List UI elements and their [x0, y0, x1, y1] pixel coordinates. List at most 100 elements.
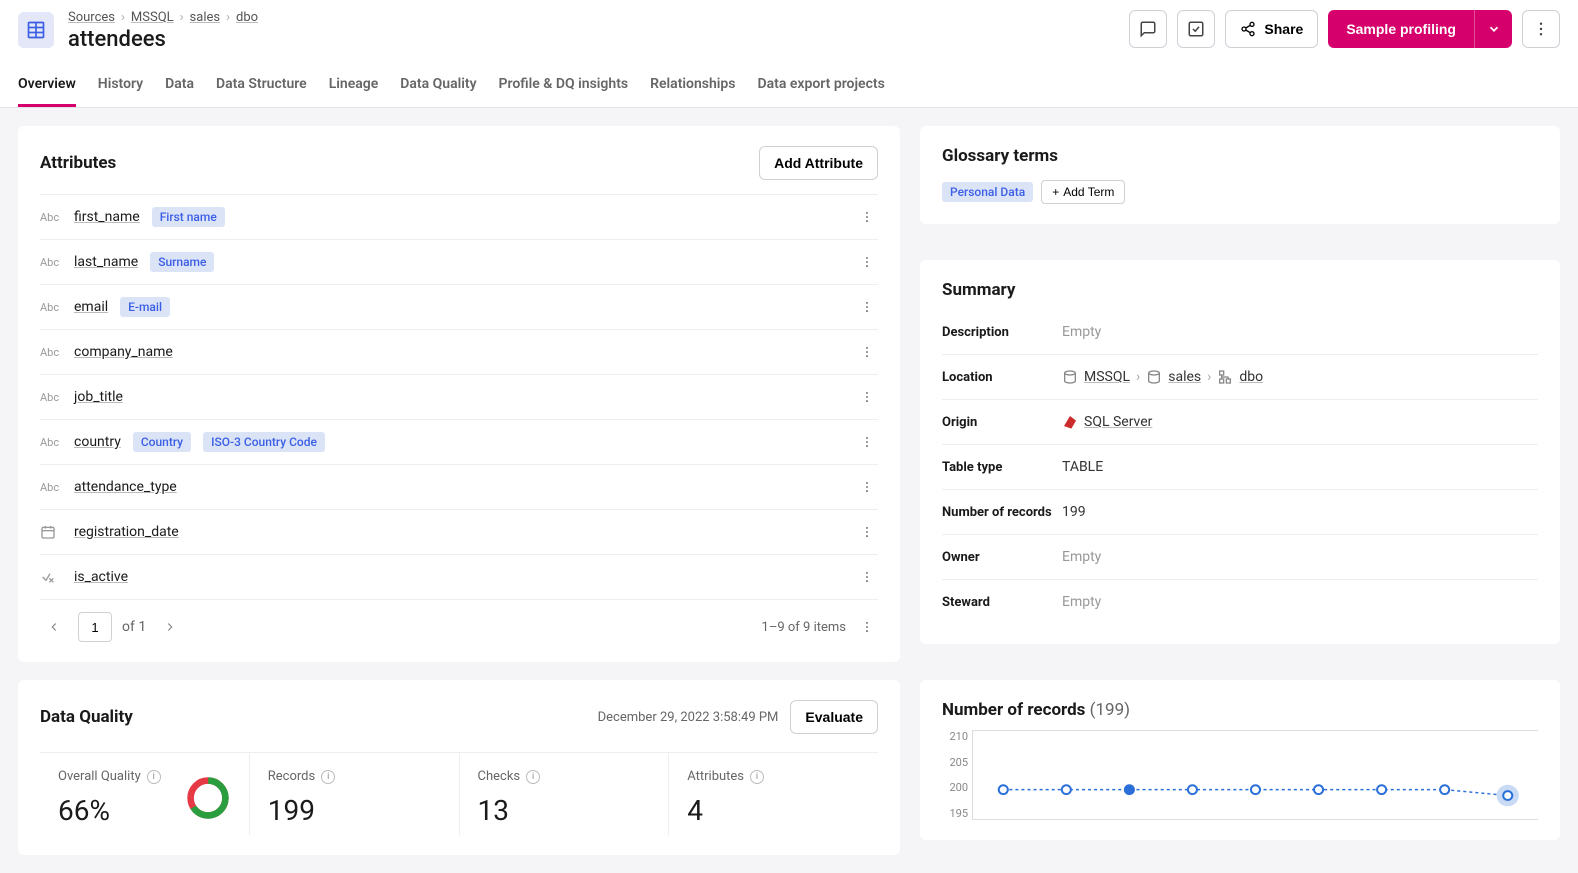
attribute-name[interactable]: country — [74, 434, 121, 450]
attribute-more-button[interactable] — [856, 341, 878, 363]
type-icon: Abc — [40, 481, 62, 494]
page-prev-button[interactable] — [40, 613, 68, 641]
chart-title: Number of records — [942, 700, 1085, 720]
tab-relationships[interactable]: Relationships — [650, 66, 735, 107]
breadcrumb: Sources›MSSQL›sales›dbo — [68, 10, 258, 25]
add-attribute-button[interactable]: Add Attribute — [759, 146, 878, 180]
info-icon[interactable]: i — [321, 770, 335, 784]
attribute-more-button[interactable] — [856, 206, 878, 228]
type-icon: Abc — [40, 346, 62, 359]
attribute-more-button[interactable] — [856, 431, 878, 453]
ytick-label: 200 — [942, 781, 968, 794]
attribute-name[interactable]: email — [74, 299, 108, 315]
ytick-label: 195 — [942, 807, 968, 820]
attribute-name[interactable]: first_name — [74, 209, 140, 225]
evaluate-button[interactable]: Evaluate — [790, 700, 878, 734]
summary-owner-value: Empty — [1062, 549, 1101, 565]
attributes-title: Attributes — [40, 153, 116, 173]
breadcrumb-item[interactable]: dbo — [236, 10, 258, 25]
page-next-button[interactable] — [156, 613, 184, 641]
breadcrumb-separator: › — [226, 10, 230, 25]
dq-records-label: Records — [268, 769, 315, 784]
share-button[interactable]: Share — [1225, 10, 1318, 48]
location-icon — [1062, 369, 1078, 385]
chart-count: (199) — [1090, 700, 1130, 720]
attribute-more-button[interactable] — [856, 386, 878, 408]
attribute-tag[interactable]: Country — [133, 432, 191, 452]
attribute-more-button[interactable] — [856, 566, 878, 588]
breadcrumb-item[interactable]: MSSQL — [131, 10, 174, 25]
tab-lineage[interactable]: Lineage — [329, 66, 379, 107]
dq-records-value: 199 — [268, 794, 441, 827]
page-title: attendees — [68, 27, 258, 52]
attribute-tag[interactable]: First name — [152, 207, 225, 227]
dq-timestamp: December 29, 2022 3:58:49 PM — [598, 710, 779, 725]
records-chart-card: Number of records (199) 210205200195 — [920, 680, 1560, 840]
attribute-name[interactable]: job_title — [74, 389, 123, 405]
attribute-more-button[interactable] — [856, 476, 878, 498]
chevron-down-icon — [1487, 22, 1501, 36]
location-segment[interactable]: MSSQL — [1084, 369, 1130, 385]
tab-data-structure[interactable]: Data Structure — [216, 66, 307, 107]
share-icon — [1240, 21, 1256, 37]
tab-history[interactable]: History — [98, 66, 143, 107]
dq-attributes-value: 4 — [687, 794, 860, 827]
page-of-label: of 1 — [122, 619, 146, 635]
attribute-name[interactable]: company_name — [74, 344, 173, 360]
breadcrumb-item[interactable]: Sources — [68, 10, 115, 25]
breadcrumb-item[interactable]: sales — [190, 10, 221, 25]
location-segment[interactable]: sales — [1168, 369, 1201, 385]
location-icon — [1217, 369, 1233, 385]
attribute-more-button[interactable] — [856, 521, 878, 543]
tab-data-quality[interactable]: Data Quality — [400, 66, 476, 107]
type-icon: Abc — [40, 301, 62, 314]
info-icon[interactable]: i — [147, 770, 161, 784]
summary-records-value: 199 — [1062, 504, 1086, 520]
location-segment[interactable]: dbo — [1239, 369, 1263, 385]
table-icon — [18, 12, 54, 48]
sample-profiling-button[interactable]: Sample profiling — [1328, 10, 1474, 48]
summary-tabletype-label: Table type — [942, 460, 1062, 475]
attributes-card: Attributes Add Attribute Abc first_name Fi… — [18, 126, 900, 662]
profiling-dropdown-button[interactable] — [1474, 10, 1512, 48]
attribute-tag[interactable]: E-mail — [120, 297, 170, 317]
page-input[interactable] — [78, 612, 112, 642]
summary-steward-label: Steward — [942, 595, 1062, 610]
dq-title: Data Quality — [40, 707, 133, 727]
tab-data[interactable]: Data — [165, 66, 194, 107]
summary-location-label: Location — [942, 370, 1062, 385]
info-icon[interactable]: i — [526, 770, 540, 784]
tab-data-export-projects[interactable]: Data export projects — [758, 66, 885, 107]
dq-attributes-label: Attributes — [687, 769, 744, 784]
dq-checks-value: 13 — [478, 794, 651, 827]
attribute-row: Abclast_nameSurname — [40, 240, 878, 285]
type-icon — [40, 524, 62, 540]
more-button[interactable] — [1522, 10, 1560, 48]
add-term-button[interactable]: + Add Term — [1041, 180, 1125, 204]
summary-records-label: Number of records — [942, 505, 1062, 520]
summary-description-label: Description — [942, 325, 1062, 340]
glossary-card: Glossary terms Personal Data+ Add Term — [920, 126, 1560, 224]
info-icon[interactable]: i — [750, 770, 764, 784]
attribute-tag[interactable]: Surname — [150, 252, 214, 272]
attribute-name[interactable]: attendance_type — [74, 479, 177, 495]
approve-button[interactable] — [1177, 10, 1215, 48]
attribute-name[interactable]: last_name — [74, 254, 138, 270]
more-vertical-icon — [1532, 20, 1550, 38]
summary-tabletype-value: TABLE — [1062, 459, 1103, 475]
type-icon — [40, 569, 62, 585]
glossary-term[interactable]: Personal Data — [942, 182, 1033, 202]
summary-steward-value: Empty — [1062, 594, 1101, 610]
attribute-more-button[interactable] — [856, 296, 878, 318]
summary-origin-value: SQL Server — [1062, 414, 1152, 430]
attribute-more-button[interactable] — [856, 251, 878, 273]
ytick-label: 205 — [942, 756, 968, 769]
page-more-button[interactable] — [856, 616, 878, 638]
comment-button[interactable] — [1129, 10, 1167, 48]
attribute-tag[interactable]: ISO-3 Country Code — [203, 432, 325, 452]
attribute-name[interactable]: registration_date — [74, 524, 179, 540]
tab-profile-dq-insights[interactable]: Profile & DQ insights — [499, 66, 629, 107]
location-icon — [1146, 369, 1162, 385]
attribute-name[interactable]: is_active — [74, 569, 128, 585]
tab-overview[interactable]: Overview — [18, 66, 76, 107]
